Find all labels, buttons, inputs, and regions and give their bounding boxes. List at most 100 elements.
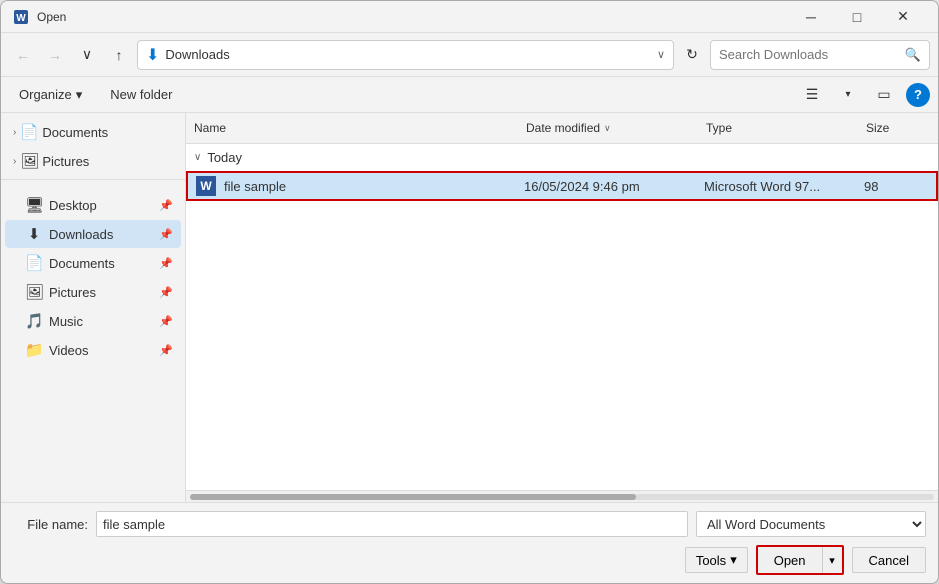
- minimize-button[interactable]: ─: [788, 1, 834, 33]
- sidebar-music-label: Music: [49, 314, 153, 329]
- sidebar-item-pictures[interactable]: 🖼 Pictures 📌: [5, 278, 181, 306]
- sidebar-item-documents[interactable]: 📄 Documents 📌: [5, 249, 181, 277]
- sidebar-documents-label: Documents: [49, 256, 153, 271]
- refresh-button[interactable]: ↻: [678, 41, 706, 69]
- tools-label: Tools: [696, 553, 726, 568]
- address-path[interactable]: ⬇ Downloads ∨: [137, 40, 674, 70]
- chevron-icon: ›: [13, 156, 16, 167]
- open-arrow-icon: ▾: [829, 554, 835, 567]
- main-content: › 📄 Documents › 🖼 Pictures 🖥: [1, 113, 938, 502]
- buttons-row: Tools ▾ Open ▾ Cancel: [13, 545, 926, 575]
- group-label: Today: [207, 150, 242, 165]
- sidebar-quick-access: 🖥 Desktop 📌 ⬇ Downloads 📌 📄 Documents 📌: [1, 191, 185, 364]
- recent-button[interactable]: ∨: [73, 41, 101, 69]
- svg-text:W: W: [16, 13, 26, 24]
- pin-icon: 📌: [159, 257, 173, 270]
- open-button[interactable]: Open: [758, 547, 822, 573]
- pin-icon: 📌: [159, 286, 173, 299]
- up-button[interactable]: ↑: [105, 41, 133, 69]
- view-button[interactable]: ☰: [798, 82, 826, 108]
- open-arrow-button[interactable]: ▾: [822, 547, 842, 573]
- search-box[interactable]: 🔍: [710, 40, 930, 70]
- path-icon: ⬇: [146, 45, 159, 65]
- music-icon: 🎵: [25, 312, 43, 330]
- sidebar-item-desktop[interactable]: 🖥 Desktop 📌: [5, 191, 181, 219]
- help-button[interactable]: ?: [906, 83, 930, 107]
- sidebar-desktop-label: Desktop: [49, 198, 153, 213]
- col-date-header[interactable]: Date modified ∨: [518, 117, 698, 139]
- window-title: Open: [37, 10, 788, 24]
- word-file-icon: W: [196, 176, 216, 196]
- downloads-icon: ⬇: [25, 225, 43, 243]
- pin-icon: 📌: [159, 315, 173, 328]
- pin-icon: 📌: [159, 199, 173, 212]
- view-arrow-button[interactable]: ▾: [834, 82, 862, 108]
- organize-label: Organize: [19, 87, 72, 102]
- back-button[interactable]: ←: [9, 41, 37, 69]
- filetype-select[interactable]: All Word Documents Word Documents XML Fi…: [696, 511, 926, 537]
- window-controls: ─ □ ✕: [788, 1, 926, 33]
- file-name-cell: W file sample: [188, 176, 516, 196]
- panel-button[interactable]: ▭: [870, 82, 898, 108]
- sidebar-item-music[interactable]: 🎵 Music 📌: [5, 307, 181, 335]
- open-button-group: Open ▾: [756, 545, 844, 575]
- desktop-icon: 🖥: [25, 196, 43, 214]
- cancel-button[interactable]: Cancel: [852, 547, 926, 573]
- file-date: 16/05/2024 9:46 pm: [516, 179, 696, 194]
- maximize-button[interactable]: □: [834, 1, 880, 33]
- path-chevron: ∨: [657, 48, 665, 61]
- horizontal-scrollbar[interactable]: [186, 490, 938, 502]
- sidebar-item-pictures-group[interactable]: › 🖼 Pictures: [5, 147, 181, 175]
- sidebar-pictures-group-label: Pictures: [42, 154, 89, 169]
- col-type-header[interactable]: Type: [698, 117, 858, 139]
- current-path: Downloads: [165, 47, 651, 62]
- sidebar-item-downloads[interactable]: ⬇ Downloads 📌: [5, 220, 181, 248]
- pin-icon: 📌: [159, 344, 173, 357]
- sidebar: › 📄 Documents › 🖼 Pictures 🖥: [1, 113, 185, 502]
- new-folder-button[interactable]: New folder: [100, 82, 182, 108]
- svg-text:W: W: [200, 179, 212, 193]
- sidebar-videos-label: Videos: [49, 343, 153, 358]
- chevron-icon: ›: [13, 127, 16, 138]
- filename-label: File name:: [13, 517, 88, 532]
- file-list-header: Name Date modified ∨ Type Size: [186, 113, 938, 144]
- pictures-group-icon: 🖼: [20, 152, 38, 170]
- sidebar-wrapper: › 📄 Documents › 🖼 Pictures 🖥: [1, 113, 186, 502]
- file-size: 98: [856, 179, 936, 194]
- sidebar-downloads-label: Downloads: [49, 227, 153, 242]
- toolbar: Organize ▾ New folder ☰ ▾ ▭ ?: [1, 77, 938, 113]
- group-today[interactable]: ∨ Today: [186, 144, 938, 171]
- search-icon: 🔍: [905, 47, 921, 63]
- title-bar: W Open ─ □ ✕: [1, 1, 938, 33]
- file-list: Name Date modified ∨ Type Size ∨ Toda: [186, 113, 938, 502]
- tools-chevron: ▾: [730, 552, 737, 568]
- documents-icon: 📄: [25, 254, 43, 272]
- organize-chevron: ▾: [76, 87, 83, 103]
- organize-button[interactable]: Organize ▾: [9, 82, 92, 108]
- file-type: Microsoft Word 97...: [696, 179, 856, 194]
- videos-icon: 📁: [25, 341, 43, 359]
- sidebar-item-documents-group[interactable]: › 📄 Documents: [5, 118, 181, 146]
- pin-icon: 📌: [159, 228, 173, 241]
- sort-chevron: ∨: [604, 123, 611, 134]
- sidebar-pictures-label: Pictures: [49, 285, 153, 300]
- scrollbar-track: [190, 494, 934, 500]
- file-list-body: ∨ Today W file sample 16/05/2: [186, 144, 938, 490]
- tools-button[interactable]: Tools ▾: [685, 547, 748, 573]
- bottom-bar: File name: All Word Documents Word Docum…: [1, 502, 938, 583]
- sidebar-item-videos[interactable]: 📁 Videos 📌: [5, 336, 181, 364]
- search-input[interactable]: [719, 47, 901, 62]
- forward-button[interactable]: →: [41, 41, 69, 69]
- col-size-header[interactable]: Size: [858, 117, 938, 139]
- col-name-header[interactable]: Name: [186, 117, 518, 139]
- close-button[interactable]: ✕: [880, 1, 926, 33]
- pictures-icon: 🖼: [25, 283, 43, 301]
- group-chevron: ∨: [194, 152, 201, 163]
- new-folder-label: New folder: [110, 87, 172, 102]
- file-row-file-sample[interactable]: W file sample 16/05/2024 9:46 pm Microso…: [186, 171, 938, 201]
- scrollbar-thumb: [190, 494, 636, 500]
- address-bar: ← → ∨ ↑ ⬇ Downloads ∨ ↻ 🔍: [1, 33, 938, 77]
- sidebar-top-groups: › 📄 Documents › 🖼 Pictures: [1, 118, 185, 175]
- filename-input[interactable]: [96, 511, 688, 537]
- documents-group-icon: 📄: [20, 123, 38, 141]
